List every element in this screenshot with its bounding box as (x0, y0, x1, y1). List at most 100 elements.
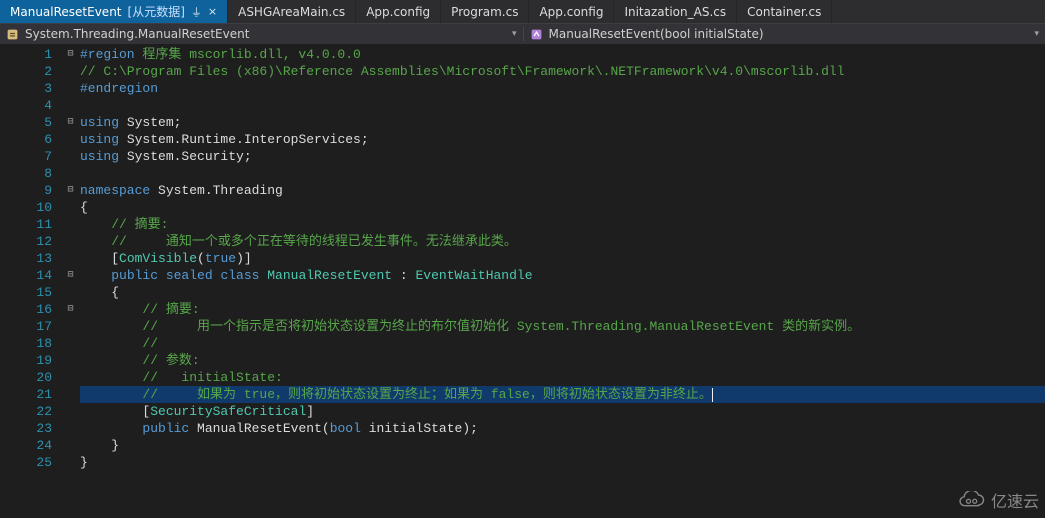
line-number: 13 (0, 250, 61, 267)
region-text: 程序集 mscorlib.dll, v4.0.0.0 (135, 47, 361, 62)
fold-toggle (61, 386, 80, 403)
kw: bool (330, 421, 361, 436)
ns: System.Threading (150, 183, 283, 198)
tab-label: Initazation_AS.cs (624, 5, 726, 19)
tab-initazation[interactable]: Initazation_AS.cs (614, 0, 737, 23)
member-navigator[interactable]: ManualResetEvent(bool initialState) ▾ (523, 27, 1045, 41)
param: initialState (361, 421, 462, 436)
comment: // 用一个指示是否将初始状态设置为终止的布尔值初始化 System.Threa… (80, 319, 860, 334)
type-name: System.Threading.ManualResetEvent (25, 27, 249, 41)
comment: // C:\Program Files (x86)\Reference Asse… (80, 64, 845, 79)
kw: class (213, 268, 260, 283)
kw: using (80, 149, 119, 164)
fold-toggle (61, 284, 80, 301)
code-area[interactable]: #region 程序集 mscorlib.dll, v4.0.0.0 // C:… (80, 44, 1045, 518)
attribute: SecuritySafeCritical (150, 404, 306, 419)
ns: System.Runtime.InteropServices (119, 132, 361, 147)
line-number: 11 (0, 216, 61, 233)
line-number: 7 (0, 148, 61, 165)
comment: // 摘要: (80, 302, 200, 317)
tab-label: App.config (539, 5, 603, 19)
tab-label: ManualResetEvent (10, 5, 122, 19)
fold-toggle (61, 420, 80, 437)
semi: ; (470, 421, 478, 436)
pun: [ (80, 404, 150, 419)
line-number: 21 (0, 386, 61, 403)
comment: // 参数: (80, 353, 200, 368)
fold-toggle (61, 454, 80, 471)
pun: ) (462, 421, 470, 436)
fold-toggle (61, 318, 80, 335)
comment: // initialState: (80, 370, 283, 385)
line-number: 10 (0, 199, 61, 216)
comment: // 通知一个或多个正在等待的线程已发生事件。无法继承此类。 (80, 234, 517, 249)
classname: ManualResetEvent (259, 268, 392, 283)
brace: { (80, 285, 119, 300)
comment: // 摘要: (80, 217, 168, 232)
line-number: 8 (0, 165, 61, 182)
semi: ; (174, 115, 182, 130)
type-navigator[interactable]: System.Threading.ManualResetEvent ▾ (0, 27, 523, 41)
fold-toggle (61, 437, 80, 454)
fold-toggle (61, 148, 80, 165)
sp (189, 421, 197, 436)
tab-ashgareamain[interactable]: ASHGAreaMain.cs (228, 0, 356, 23)
pun: ( (322, 421, 330, 436)
line-number: 24 (0, 437, 61, 454)
line-number: 14 (0, 267, 61, 284)
watermark-text: 亿速云 (991, 488, 1039, 512)
pun: )] (236, 251, 252, 266)
line-number: 22 (0, 403, 61, 420)
tab-program[interactable]: Program.cs (441, 0, 529, 23)
tab-appconfig-1[interactable]: App.config (356, 0, 441, 23)
fold-toggle (61, 369, 80, 386)
line-number: 16 (0, 301, 61, 318)
attribute: ComVisible (119, 251, 197, 266)
fold-toggle[interactable]: ⊟ (61, 46, 80, 63)
fold-toggle (61, 80, 80, 97)
pun: [ (80, 251, 119, 266)
class-icon (6, 28, 19, 41)
line-number: 9 (0, 182, 61, 199)
fold-toggle[interactable]: ⊟ (61, 267, 80, 284)
tab-appconfig-2[interactable]: App.config (529, 0, 614, 23)
pun: ] (306, 404, 314, 419)
fold-toggle (61, 403, 80, 420)
line-number: 4 (0, 97, 61, 114)
fold-toggle[interactable]: ⊟ (61, 114, 80, 131)
fold-toggle (61, 352, 80, 369)
tab-suffix: [从元数据] (128, 3, 185, 20)
line-number: 6 (0, 131, 61, 148)
kw: sealed (158, 268, 213, 283)
brace: } (80, 455, 88, 470)
code-editor[interactable]: 1234567891011121314151617181920212223242… (0, 44, 1045, 518)
fold-toggle[interactable]: ⊟ (61, 301, 80, 318)
watermark: 亿速云 (956, 488, 1039, 512)
endregion-keyword: #endregion (80, 81, 158, 96)
tab-container[interactable]: Container.cs (737, 0, 832, 23)
fold-toggle (61, 97, 80, 114)
tab-label: Container.cs (747, 5, 821, 19)
fold-toggle[interactable]: ⊟ (61, 182, 80, 199)
fold-toggle (61, 335, 80, 352)
tab-label: ASHGAreaMain.cs (238, 5, 345, 19)
chevron-down-icon[interactable]: ▾ (1034, 29, 1039, 39)
fold-toggle (61, 63, 80, 80)
fold-toggle (61, 216, 80, 233)
kw: using (80, 115, 119, 130)
close-icon[interactable]: × (208, 5, 217, 18)
brace: } (80, 438, 119, 453)
kw: namespace (80, 183, 150, 198)
line-number: 12 (0, 233, 61, 250)
line-number: 20 (0, 369, 61, 386)
cloud-icon (956, 491, 986, 509)
fold-toggle (61, 250, 80, 267)
ctor: ManualResetEvent (197, 421, 322, 436)
line-number: 2 (0, 63, 61, 80)
pin-icon[interactable]: ⏚ (191, 4, 202, 20)
kw: public (111, 268, 158, 283)
fold-column: ⊟ ⊟ ⊟ ⊟ ⊟ (61, 44, 80, 518)
ns: System (119, 115, 174, 130)
chevron-down-icon[interactable]: ▾ (512, 29, 517, 39)
tab-manualresetevent[interactable]: ManualResetEvent [从元数据] ⏚ × (0, 0, 228, 23)
